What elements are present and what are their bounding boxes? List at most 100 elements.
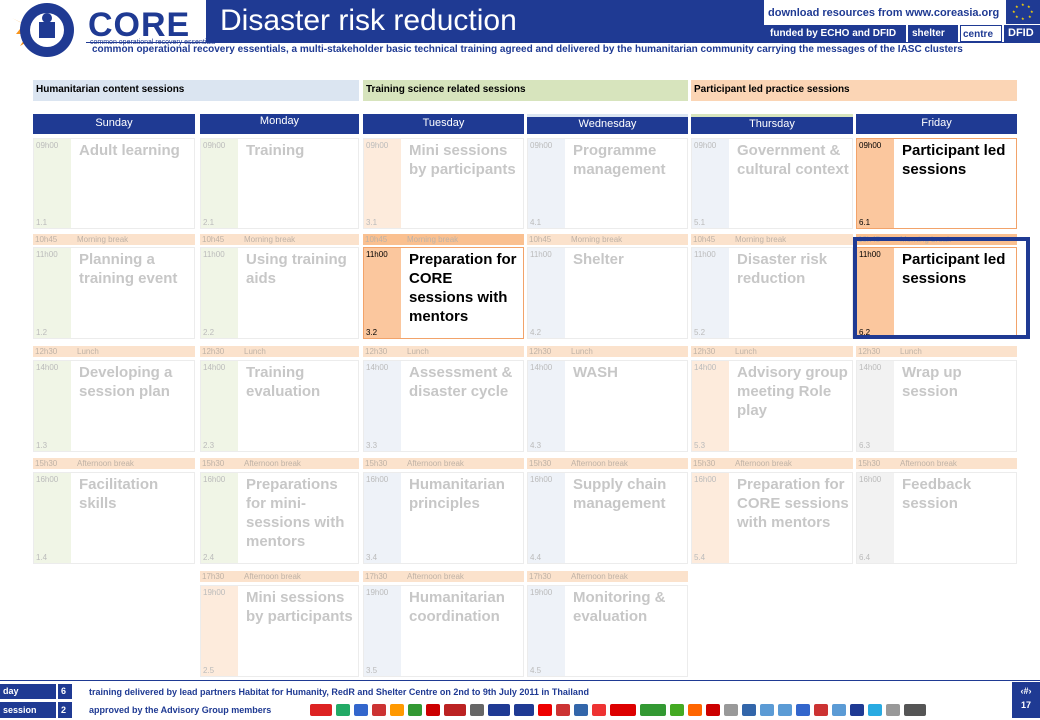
day-header-sunday: Sunday	[33, 114, 195, 134]
time-column	[528, 139, 565, 228]
partner-logo-icon	[706, 704, 720, 716]
break-label: Morning break	[571, 235, 623, 244]
session-code: 1.3	[36, 441, 48, 450]
core-logo-icon	[12, 3, 74, 57]
session-label: session	[0, 702, 56, 718]
session-4-5[interactable]: 19h00 Monitoring & evaluation 4.5	[527, 585, 688, 677]
session-code: 6.4	[859, 553, 871, 562]
morning-break: 10h45 Morning break	[691, 234, 853, 245]
session-code: 3.3	[366, 441, 378, 450]
un-logo-icon	[832, 704, 846, 716]
morning-break: 10h45 Morning break	[527, 234, 688, 245]
time-column	[364, 139, 401, 228]
session-2-1[interactable]: 09h00 Training 2.1	[200, 138, 359, 229]
morning-break: 10h45 Morning break	[363, 234, 524, 245]
session-1-4[interactable]: 16h00 Facilitation skills 1.4	[33, 472, 195, 564]
time-column	[528, 248, 565, 338]
break-label: Afternoon break	[244, 572, 301, 581]
day-value: 6	[58, 684, 72, 699]
time-column	[857, 473, 894, 563]
session-3-5[interactable]: 19h00 Humanitarian coordination 3.5	[363, 585, 524, 677]
session-code: 6.3	[859, 441, 871, 450]
dfid-logo: DFID	[1004, 25, 1040, 42]
partner-logo-icon	[470, 704, 484, 716]
day-header-friday: Friday	[856, 114, 1017, 134]
session-1-1[interactable]: 09h00 Adult learning 1.1	[33, 138, 195, 229]
break-label: Morning break	[407, 235, 459, 244]
eu-flag-icon: ★ ★ ★ ★ ★ ★ ★ ★	[1006, 0, 1040, 24]
break-time: 15h30	[35, 459, 58, 468]
session-2-4[interactable]: 16h00 Preparations for mini-sessions wit…	[200, 472, 359, 564]
break-label: Afternoon break	[571, 572, 628, 581]
header-rule	[86, 42, 1040, 43]
break-label: Lunch	[735, 347, 757, 356]
partner-logo-icon	[336, 704, 350, 716]
session-code: 5.3	[694, 441, 706, 450]
session-title: Wrap up session	[902, 364, 962, 400]
malteser-logo-icon	[610, 704, 636, 716]
session-code: 5.2	[694, 328, 706, 337]
time-column	[34, 361, 71, 451]
break-time: 12h30	[202, 347, 225, 356]
download-link[interactable]: download resources from www.coreasia.org	[768, 7, 999, 19]
session-5-2[interactable]: 11h00 Disaster risk reduction 5.2	[691, 247, 853, 339]
session-2-5[interactable]: 19h00 Mini sessions by participants 2.5	[200, 585, 359, 677]
session-time: 14h00	[859, 363, 882, 372]
time-column	[34, 139, 71, 228]
day-label: day	[0, 684, 56, 699]
break-time: 12h30	[693, 347, 716, 356]
session-2-3[interactable]: 14h00 Training evaluation 2.3	[200, 360, 359, 452]
break-label: Lunch	[407, 347, 429, 356]
session-2-2[interactable]: 11h00 Using training aids 2.2	[200, 247, 359, 339]
session-1-3[interactable]: 14h00 Developing a session plan 1.3	[33, 360, 195, 452]
session-code: 3.1	[366, 218, 378, 227]
session-4-1[interactable]: 09h00 Programme management 4.1	[527, 138, 688, 229]
session-4-3[interactable]: 14h00 WASH 4.3	[527, 360, 688, 452]
session-1-2[interactable]: 11h00 Planning a training event 1.2	[33, 247, 195, 339]
session-title: Preparation for CORE sessions with mento…	[737, 476, 849, 531]
afternoon-break: 15h30 Afternoon break	[691, 458, 853, 469]
session-code: 2.5	[203, 666, 215, 675]
session-4-2[interactable]: 11h00 Shelter 4.2	[527, 247, 688, 339]
session-time: 11h00	[203, 250, 225, 259]
session-code: 2.2	[203, 328, 215, 337]
session-code: 3.5	[366, 666, 378, 675]
partner-logos	[310, 702, 1010, 718]
break-label: Lunch	[77, 347, 99, 356]
session-code: 2.4	[203, 553, 215, 562]
session-3-4[interactable]: 16h00 Humanitarian principles 3.4	[363, 472, 524, 564]
session-title: Facilitation skills	[79, 476, 159, 512]
session-6-4[interactable]: 16h00 Feedback session 6.4	[856, 472, 1017, 564]
session-title: Feedback session	[902, 476, 972, 512]
session-5-4[interactable]: 16h00 Preparation for CORE sessions with…	[691, 472, 853, 564]
usaid-logo-icon	[814, 704, 828, 716]
partner-logo-icon	[886, 704, 900, 716]
session-time: 14h00	[530, 363, 553, 372]
session-title: Government & cultural context	[737, 142, 849, 178]
session-time: 14h00	[36, 363, 59, 372]
session-3-3[interactable]: 14h00 Assessment & disaster cycle 3.3	[363, 360, 524, 452]
undp-logo-icon	[850, 704, 864, 716]
break-label: Afternoon break	[571, 459, 628, 468]
break-label: Afternoon break	[735, 459, 792, 468]
break-time: 17h30	[365, 572, 388, 581]
tagline: common operational recovery essentials, …	[92, 44, 963, 55]
session-4-4[interactable]: 16h00 Supply chain management 4.4	[527, 472, 688, 564]
session-title: Preparations for mini-sessions with ment…	[246, 476, 345, 550]
session-time: 09h00	[203, 141, 226, 150]
session-code: 5.4	[694, 553, 706, 562]
session-3-2[interactable]: 11h00 Preparation for CORE sessions with…	[363, 247, 524, 339]
session-time: 14h00	[203, 363, 226, 372]
time-column	[364, 361, 401, 451]
session-3-1[interactable]: 09h00 Mini sessions by participants 3.1	[363, 138, 524, 229]
centre-logo: centre	[960, 25, 1002, 42]
session-6-3[interactable]: 14h00 Wrap up session 6.3	[856, 360, 1017, 452]
break-time: 17h30	[529, 572, 552, 581]
session-5-1[interactable]: 09h00 Government & cultural context 5.1	[691, 138, 853, 229]
session-title: Monitoring & evaluation	[573, 589, 666, 625]
session-code: 6.1	[859, 218, 871, 227]
lunch-break: 12h30 Lunch	[527, 346, 688, 357]
session-5-3[interactable]: 14h00 Advisory group meeting Role play 5…	[691, 360, 853, 452]
day-header-thursday: Thursday	[691, 114, 853, 134]
session-6-1[interactable]: 09h00 Participant led sessions 6.1	[856, 138, 1017, 229]
